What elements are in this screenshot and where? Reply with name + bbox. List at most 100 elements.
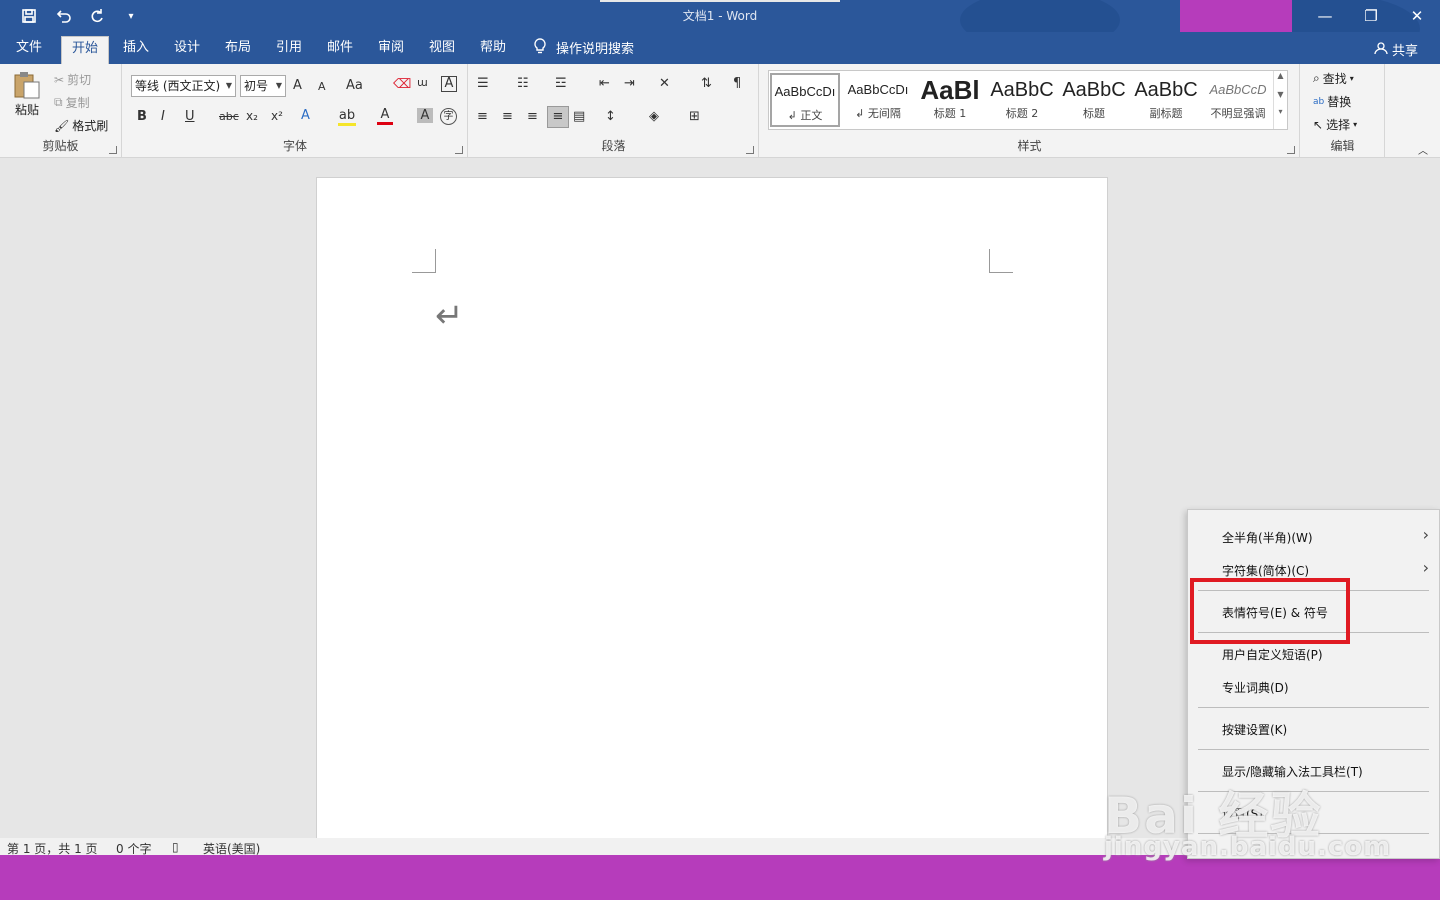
tab-design[interactable]: 设计 — [164, 36, 210, 64]
chevron-down-icon: ▼ — [275, 81, 282, 90]
style-preview: AaBbC — [1062, 79, 1126, 101]
multilevel-list-icon[interactable]: ☲ — [555, 76, 567, 91]
tab-insert[interactable]: 插入 — [113, 36, 159, 64]
line-spacing-icon[interactable]: ↕ — [605, 109, 616, 124]
style-subtitle[interactable]: AaBbC 副标题 — [1131, 73, 1201, 127]
replace-label: 替换 — [1327, 95, 1352, 109]
numbering-icon[interactable]: ☷ — [517, 76, 529, 91]
chevron-down-icon: ▾ — [1353, 120, 1358, 129]
style-no-spacing[interactable]: AaBbCcDı ↲ 无间隔 — [843, 73, 913, 127]
copy-button[interactable]: ⧉ 复制 — [54, 94, 90, 111]
strikethrough-button[interactable]: abc — [219, 110, 239, 123]
clipboard-group-label: 剪贴板 — [42, 139, 79, 153]
chevron-right-icon: › — [1422, 558, 1429, 577]
select-button[interactable]: ↖ 选择 ▾ — [1313, 116, 1357, 133]
menu-item-dictionary[interactable]: 专业词典(D) — [1222, 679, 1289, 696]
character-border-icon[interactable]: A — [441, 76, 457, 92]
tell-me-search[interactable]: 操作说明搜索 — [524, 36, 644, 64]
minimize-icon[interactable]: — — [1302, 0, 1348, 32]
font-launcher-icon[interactable] — [455, 146, 463, 154]
collapse-ribbon-icon[interactable]: ︿ — [1418, 142, 1428, 157]
shading-icon[interactable]: ◈ — [649, 109, 659, 124]
purple-patch — [1180, 0, 1292, 34]
enclose-characters-button[interactable]: 字 — [440, 108, 457, 125]
chevron-down-icon[interactable]: ▼ — [1274, 90, 1287, 99]
font-color-button[interactable]: A — [377, 107, 393, 125]
format-painter-button[interactable]: 🖌 格式刷 — [54, 117, 108, 134]
font-family-select[interactable]: 等线 (西文正文) ▼ — [131, 75, 236, 97]
document-page[interactable]: ↵ — [316, 177, 1108, 842]
text-effects-button[interactable]: A — [301, 108, 310, 123]
distributed-icon[interactable]: ▤ — [573, 109, 585, 124]
align-center-icon[interactable]: ≡ — [502, 109, 513, 124]
style-subtle-emphasis[interactable]: AaBbCcD 不明显强调 — [1203, 73, 1273, 127]
paste-button[interactable]: 粘贴 — [12, 70, 42, 118]
clipboard-launcher-icon[interactable] — [109, 146, 117, 154]
paste-label: 粘贴 — [14, 103, 39, 117]
sort-icon[interactable]: ⇅ — [701, 76, 712, 91]
underline-button[interactable]: U — [185, 109, 195, 124]
style-name: 标题 2 — [1005, 107, 1039, 120]
cut-button[interactable]: ✂ 剪切 — [54, 71, 91, 88]
justify-icon[interactable]: ≡ — [547, 106, 569, 128]
styles-group-label: 样式 — [1017, 139, 1042, 153]
tab-mailings[interactable]: 邮件 — [317, 36, 363, 64]
style-title[interactable]: AaBbC 标题 — [1059, 73, 1129, 127]
menu-item-charset[interactable]: 字符集(简体)(C) — [1222, 562, 1309, 579]
character-shading-button[interactable]: A — [417, 108, 433, 123]
font-group: 等线 (西文正文) ▼ 初号 ▼ A A Aa ⌫ ɯ A B I U abc x₂… — [123, 64, 468, 158]
change-case-button[interactable]: Aa — [346, 78, 363, 93]
margin-corner-left — [412, 249, 436, 273]
tab-review[interactable]: 审阅 — [368, 36, 414, 64]
tab-home[interactable]: 开始 — [61, 36, 110, 64]
style-preview: AaBbCcDı — [847, 82, 909, 97]
superscript-button[interactable]: x² — [271, 109, 283, 123]
decrease-indent-icon[interactable]: ⇤ — [599, 76, 610, 91]
tab-file[interactable]: 文件 — [6, 36, 52, 64]
show-marks-icon[interactable]: ¶ — [733, 76, 741, 91]
font-size-select[interactable]: 初号 ▼ — [240, 75, 286, 97]
style-normal[interactable]: AaBbCcDı ↲ 正文 — [770, 73, 840, 127]
menu-item-full-half-width[interactable]: 全半角(半角)(W) — [1222, 529, 1313, 546]
increase-indent-icon[interactable]: ⇥ — [624, 76, 635, 91]
align-left-icon[interactable]: ≡ — [477, 109, 488, 124]
tab-references[interactable]: 引用 — [266, 36, 312, 64]
share-button[interactable]: 共享 — [1374, 40, 1418, 59]
paste-icon — [14, 72, 40, 99]
style-heading-2[interactable]: AaBbC 标题 2 — [987, 73, 1057, 127]
paragraph-launcher-icon[interactable] — [746, 146, 754, 154]
subscript-button[interactable]: x₂ — [246, 109, 258, 123]
chevron-up-icon[interactable]: ▲ — [1274, 71, 1287, 80]
align-right-icon[interactable]: ≡ — [527, 109, 538, 124]
bullets-icon[interactable]: ☰ — [477, 76, 489, 91]
replace-button[interactable]: ab 替换 — [1313, 93, 1351, 110]
paragraph-group-label: 段落 — [601, 139, 626, 153]
bold-button[interactable]: B — [137, 109, 147, 124]
style-name: ↲ 正文 — [787, 109, 823, 122]
style-heading-1[interactable]: AaBl 标题 1 — [915, 73, 985, 127]
styles-launcher-icon[interactable] — [1287, 146, 1295, 154]
tab-help[interactable]: 帮助 — [470, 36, 516, 64]
more-icon[interactable]: ▾ — [1274, 107, 1287, 116]
tab-layout[interactable]: 布局 — [215, 36, 261, 64]
highlight-button[interactable]: ab — [338, 108, 356, 126]
menu-item-key-settings[interactable]: 按键设置(K) — [1222, 721, 1287, 738]
find-label: 查找 — [1322, 72, 1347, 86]
grow-font-button[interactable]: A — [293, 78, 302, 93]
tab-view[interactable]: 视图 — [419, 36, 465, 64]
restore-icon[interactable]: ❐ — [1348, 0, 1394, 32]
style-preview: AaBbCcD — [1209, 82, 1267, 97]
proofing-icon[interactable]: ▯ — [172, 840, 179, 854]
menu-item-user-phrases[interactable]: 用户自定义短语(P) — [1222, 646, 1323, 663]
borders-icon[interactable]: ⊞ — [689, 109, 700, 124]
chinese-layout-icon[interactable]: ✕ — [659, 76, 670, 91]
clear-formatting-icon[interactable]: ⌫ — [393, 77, 411, 92]
brush-icon: 🖌 — [54, 118, 70, 133]
italic-button[interactable]: I — [161, 109, 165, 124]
phonetic-guide-icon[interactable]: ɯ — [417, 76, 428, 89]
shrink-font-button[interactable]: A — [318, 80, 326, 93]
find-button[interactable]: ⌕ 查找 ▾ — [1313, 70, 1354, 87]
gallery-scroll[interactable]: ▲ ▼ ▾ — [1273, 71, 1287, 129]
close-icon[interactable]: ✕ — [1394, 0, 1440, 32]
margin-corner-right — [989, 249, 1013, 273]
